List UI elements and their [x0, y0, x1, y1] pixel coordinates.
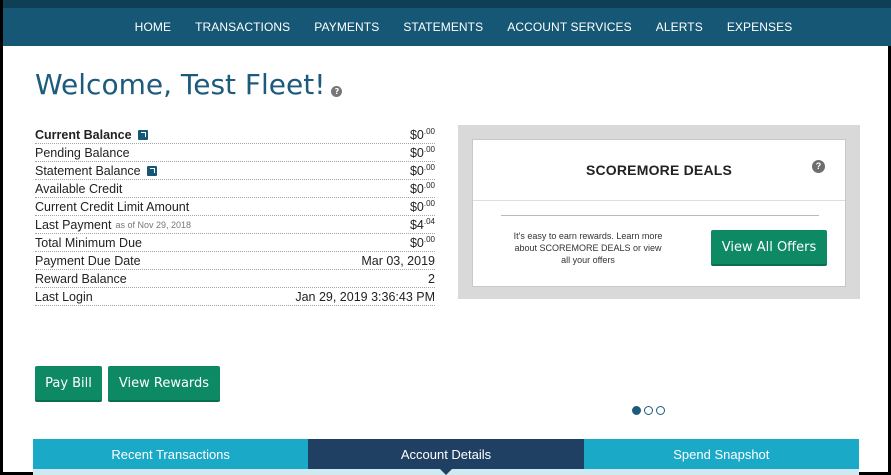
nav-alerts[interactable]: ALERTS	[656, 20, 703, 34]
balance-value: $0.00	[409, 126, 435, 142]
tab-recent-transactions[interactable]: Recent Transactions	[33, 439, 309, 475]
nav-payments[interactable]: PAYMENTS	[314, 20, 379, 34]
last-payment-date: as of Nov 29, 2018	[115, 220, 191, 230]
balance-row-minimum-due: Total Minimum Due $0.00	[35, 234, 435, 252]
balance-value: $0.00	[409, 234, 435, 250]
balance-label: Pending Balance	[35, 146, 130, 160]
carousel-dot-1[interactable]	[632, 406, 641, 415]
deals-description: It's easy to earn rewards. Learn more ab…	[513, 231, 663, 265]
nav-transactions[interactable]: TRANSACTIONS	[195, 20, 290, 34]
view-all-offers-button[interactable]: View All Offers	[711, 230, 827, 264]
nav-expenses[interactable]: EXPENSES	[727, 20, 793, 34]
divider	[501, 215, 819, 216]
balance-row-credit-limit: Current Credit Limit Amount $0.00	[35, 198, 435, 216]
balance-value: $0.00	[409, 198, 435, 214]
page-title: Welcome, Test Fleet! ?	[35, 68, 343, 101]
balance-value: 2	[428, 272, 435, 286]
tab-spend-snapshot[interactable]: Spend Snapshot	[583, 439, 859, 475]
balance-label: Total Minimum Due	[35, 236, 142, 250]
balance-value: $0.00	[409, 162, 435, 178]
carousel-dot-3[interactable]	[656, 406, 665, 415]
balance-label: Current Balance	[35, 128, 132, 142]
balance-label: Current Credit Limit Amount	[35, 200, 190, 214]
nav-home[interactable]: HOME	[135, 20, 171, 34]
balance-row-statement: Statement Balance $0.00	[35, 162, 435, 180]
balance-row-last-payment: Last Payment as of Nov 29, 2018 $4.04	[35, 216, 435, 234]
balance-value: Mar 03, 2019	[361, 254, 435, 268]
balance-row-pending: Pending Balance $0.00	[35, 144, 435, 162]
carousel-dot-2[interactable]	[644, 406, 653, 415]
balance-value: $0.00	[409, 144, 435, 160]
balance-value: $0.00	[409, 180, 435, 196]
view-rewards-button[interactable]: View Rewards	[108, 366, 220, 400]
pay-bill-button[interactable]: Pay Bill	[35, 366, 102, 400]
help-icon[interactable]: ?	[331, 86, 343, 97]
balance-row-current: Current Balance $0.00	[35, 126, 435, 144]
balance-label: Reward Balance	[35, 272, 127, 286]
nav-statements[interactable]: STATEMENTS	[403, 20, 483, 34]
external-link-icon[interactable]	[146, 166, 157, 176]
balance-row-due-date: Payment Due Date Mar 03, 2019	[35, 252, 435, 270]
account-tabs: Recent Transactions Account Details Spen…	[33, 439, 859, 475]
external-link-icon[interactable]	[137, 130, 148, 140]
balance-label: Statement Balance	[35, 164, 141, 178]
balance-label: Available Credit	[35, 182, 123, 196]
deals-title: SCOREMORE DEALS	[585, 162, 733, 178]
balance-summary: Current Balance $0.00 Pending Balance $0…	[35, 126, 435, 306]
deals-panel: SCOREMORE DEALS ? It's easy to earn rewa…	[458, 125, 860, 299]
nav-account-services[interactable]: ACCOUNT SERVICES	[507, 20, 632, 34]
balance-value: $4.04	[409, 216, 435, 232]
balance-value: Jan 29, 2019 3:36:43 PM	[295, 290, 435, 304]
welcome-text: Welcome, Test Fleet!	[35, 68, 326, 101]
balance-row-last-login: Last Login Jan 29, 2019 3:36:43 PM	[35, 288, 435, 306]
tab-account-details[interactable]: Account Details	[308, 439, 584, 475]
carousel-dots	[632, 406, 665, 415]
top-nav: HOME TRANSACTIONS PAYMENTS STATEMENTS AC…	[3, 0, 891, 46]
balance-row-available-credit: Available Credit $0.00	[35, 180, 435, 198]
balance-label: Last Payment	[35, 218, 112, 232]
page-frame: HOME TRANSACTIONS PAYMENTS STATEMENTS AC…	[0, 0, 891, 475]
divider	[473, 200, 845, 201]
deals-card: SCOREMORE DEALS ? It's easy to earn rewa…	[472, 139, 846, 287]
balance-label: Last Login	[35, 290, 93, 304]
help-icon[interactable]: ?	[812, 160, 825, 173]
balance-row-reward: Reward Balance 2	[35, 270, 435, 288]
balance-label: Payment Due Date	[35, 254, 141, 268]
